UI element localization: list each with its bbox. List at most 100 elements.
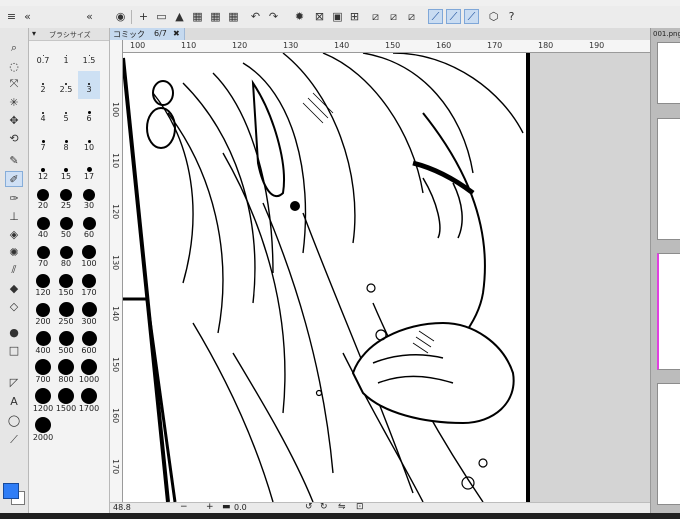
- lasso-icon[interactable]: ◌: [5, 58, 23, 74]
- snap-ruler-icon[interactable]: ⟋: [428, 9, 443, 24]
- page-thumbnail[interactable]: [657, 383, 680, 505]
- airbrush-icon[interactable]: ✺: [5, 244, 23, 260]
- line-icon[interactable]: ⟋: [5, 432, 23, 448]
- brush-size-cell[interactable]: 170: [78, 274, 100, 302]
- brush-size-cell[interactable]: 15: [55, 158, 77, 186]
- collapse-left-icon[interactable]: «: [20, 9, 35, 24]
- open-file-icon[interactable]: ▭: [154, 9, 169, 24]
- brush-size-cell[interactable]: 1200: [32, 388, 54, 418]
- transform-icon[interactable]: ⊞: [347, 9, 362, 24]
- brush-size-cell[interactable]: 300: [78, 302, 100, 331]
- export-psd-icon[interactable]: ▦: [226, 9, 241, 24]
- pen-icon[interactable]: ✎: [5, 152, 23, 168]
- brush-size-cell[interactable]: 8: [55, 129, 77, 157]
- clear-icon[interactable]: ⊠: [312, 9, 327, 24]
- balloon-icon[interactable]: ◯: [5, 412, 23, 428]
- reset-view-icon[interactable]: ⊡: [356, 502, 364, 512]
- invert-selection-icon[interactable]: ⧄: [386, 9, 401, 24]
- snap-grid-icon[interactable]: ⟋: [464, 9, 479, 24]
- drawing-canvas[interactable]: [123, 53, 650, 502]
- brush-size-cell[interactable]: 60: [78, 216, 100, 244]
- brush-size-cell[interactable]: 17: [78, 158, 100, 186]
- brush-size-cell[interactable]: 70: [32, 245, 54, 273]
- brush-size-cell[interactable]: 6: [78, 100, 100, 128]
- settings-icon[interactable]: ✹: [292, 9, 307, 24]
- brush-size-cell[interactable]: 500: [55, 331, 77, 360]
- deselect-icon[interactable]: ⧄: [368, 9, 383, 24]
- page-thumbnail[interactable]: [657, 42, 680, 104]
- brush-size-cell[interactable]: 2: [32, 71, 54, 99]
- new-file-icon[interactable]: +: [136, 9, 151, 24]
- brush-size-cell[interactable]: 2.5: [55, 71, 77, 99]
- gradient-icon[interactable]: ◆: [5, 280, 23, 296]
- page-thumbnail[interactable]: [657, 118, 680, 240]
- export-jpg-icon[interactable]: ▦: [190, 9, 205, 24]
- save-icon[interactable]: ▲: [172, 9, 187, 24]
- brush-size-cell[interactable]: 7: [32, 129, 54, 157]
- object-icon[interactable]: ✥: [5, 112, 23, 128]
- 3d-object-icon[interactable]: ⬡: [486, 9, 501, 24]
- brush-size-cell[interactable]: 1700: [78, 388, 100, 418]
- brush-size-cell[interactable]: 1: [55, 42, 77, 70]
- brush-size-cell[interactable]: 5: [55, 100, 77, 128]
- tab-comic[interactable]: コミック 6/7 ✖: [110, 28, 185, 40]
- brush-size-cell[interactable]: 20: [32, 187, 54, 215]
- move-icon[interactable]: ⤧: [5, 76, 23, 92]
- brush-size-cell[interactable]: 10: [78, 129, 100, 157]
- menu-collapse-icon[interactable]: ≡: [4, 9, 19, 24]
- brush-size-cell[interactable]: 250: [55, 302, 77, 331]
- wand-icon[interactable]: ✳: [5, 94, 23, 110]
- brush-size-cell[interactable]: 600: [78, 331, 100, 360]
- redo-icon[interactable]: ↷: [266, 9, 281, 24]
- brush-size-cell[interactable]: 0.7: [32, 42, 54, 70]
- brush-size-cell[interactable]: 30: [78, 187, 100, 215]
- brush-size-cell[interactable]: 200: [32, 303, 54, 331]
- zoom-in-icon[interactable]: +: [206, 502, 214, 512]
- brush-size-cell[interactable]: 700: [32, 359, 54, 389]
- brush-size-cell[interactable]: 25: [55, 187, 77, 215]
- eyedropper-icon[interactable]: ⫽: [5, 262, 23, 278]
- brush-size-cell[interactable]: 50: [55, 216, 77, 244]
- collapse-right-icon[interactable]: «: [82, 9, 97, 24]
- shape-icon[interactable]: ●: [5, 324, 23, 340]
- panel-menu-icon[interactable]: ▾: [32, 29, 36, 38]
- rotate-left-icon[interactable]: ↺: [305, 502, 313, 512]
- main-color-swatch[interactable]: [3, 483, 19, 499]
- close-icon[interactable]: ✖: [173, 29, 180, 38]
- rotate-icon[interactable]: ⟲: [5, 130, 23, 146]
- undo-icon[interactable]: ↶: [248, 9, 263, 24]
- help-icon[interactable]: ?: [504, 9, 519, 24]
- curve-icon[interactable]: ◸: [5, 374, 23, 390]
- fill-icon[interactable]: ⊥: [5, 208, 23, 224]
- rotate-right-icon[interactable]: ↻: [320, 502, 328, 512]
- expand-selection-icon[interactable]: ⧄: [404, 9, 419, 24]
- brush-size-cell[interactable]: 4: [32, 100, 54, 128]
- brush-size-cell[interactable]: 400: [32, 331, 54, 360]
- marker-icon[interactable]: ✐: [5, 171, 23, 187]
- brush-size-cell[interactable]: 100: [78, 245, 100, 273]
- export-png-icon[interactable]: ▦: [208, 9, 223, 24]
- brush-size-cell[interactable]: 12: [32, 158, 54, 186]
- brush-size-cell[interactable]: 800: [55, 359, 77, 389]
- brush-size-cell[interactable]: 1.5: [78, 42, 100, 70]
- brush-size-cell[interactable]: 120: [32, 274, 54, 302]
- brush-size-cell[interactable]: 1500: [55, 388, 77, 418]
- zoom-out-icon[interactable]: −: [180, 502, 188, 512]
- brush-icon[interactable]: ✑: [5, 190, 23, 206]
- blend-icon[interactable]: ◈: [5, 226, 23, 242]
- brush-size-cell[interactable]: 1000: [78, 359, 100, 389]
- text-icon[interactable]: A: [5, 393, 23, 409]
- rect-icon[interactable]: □: [5, 342, 23, 358]
- eraser-icon[interactable]: ◇: [5, 298, 23, 314]
- brush-size-cell[interactable]: 80: [55, 245, 77, 273]
- brush-size-cell[interactable]: 3: [78, 71, 100, 99]
- zoom-slider-icon[interactable]: ▬: [222, 502, 231, 512]
- page-thumbnail[interactable]: [657, 253, 680, 370]
- flip-icon[interactable]: ⇋: [338, 502, 346, 512]
- brush-size-cell[interactable]: 150: [55, 274, 77, 302]
- brush-size-cell[interactable]: 2000: [32, 417, 54, 447]
- zoom-icon[interactable]: ⌕: [5, 40, 23, 56]
- fill-selection-icon[interactable]: ▣: [330, 9, 345, 24]
- brush-size-cell[interactable]: 40: [32, 216, 54, 244]
- snap-special-ruler-icon[interactable]: ⟋: [446, 9, 461, 24]
